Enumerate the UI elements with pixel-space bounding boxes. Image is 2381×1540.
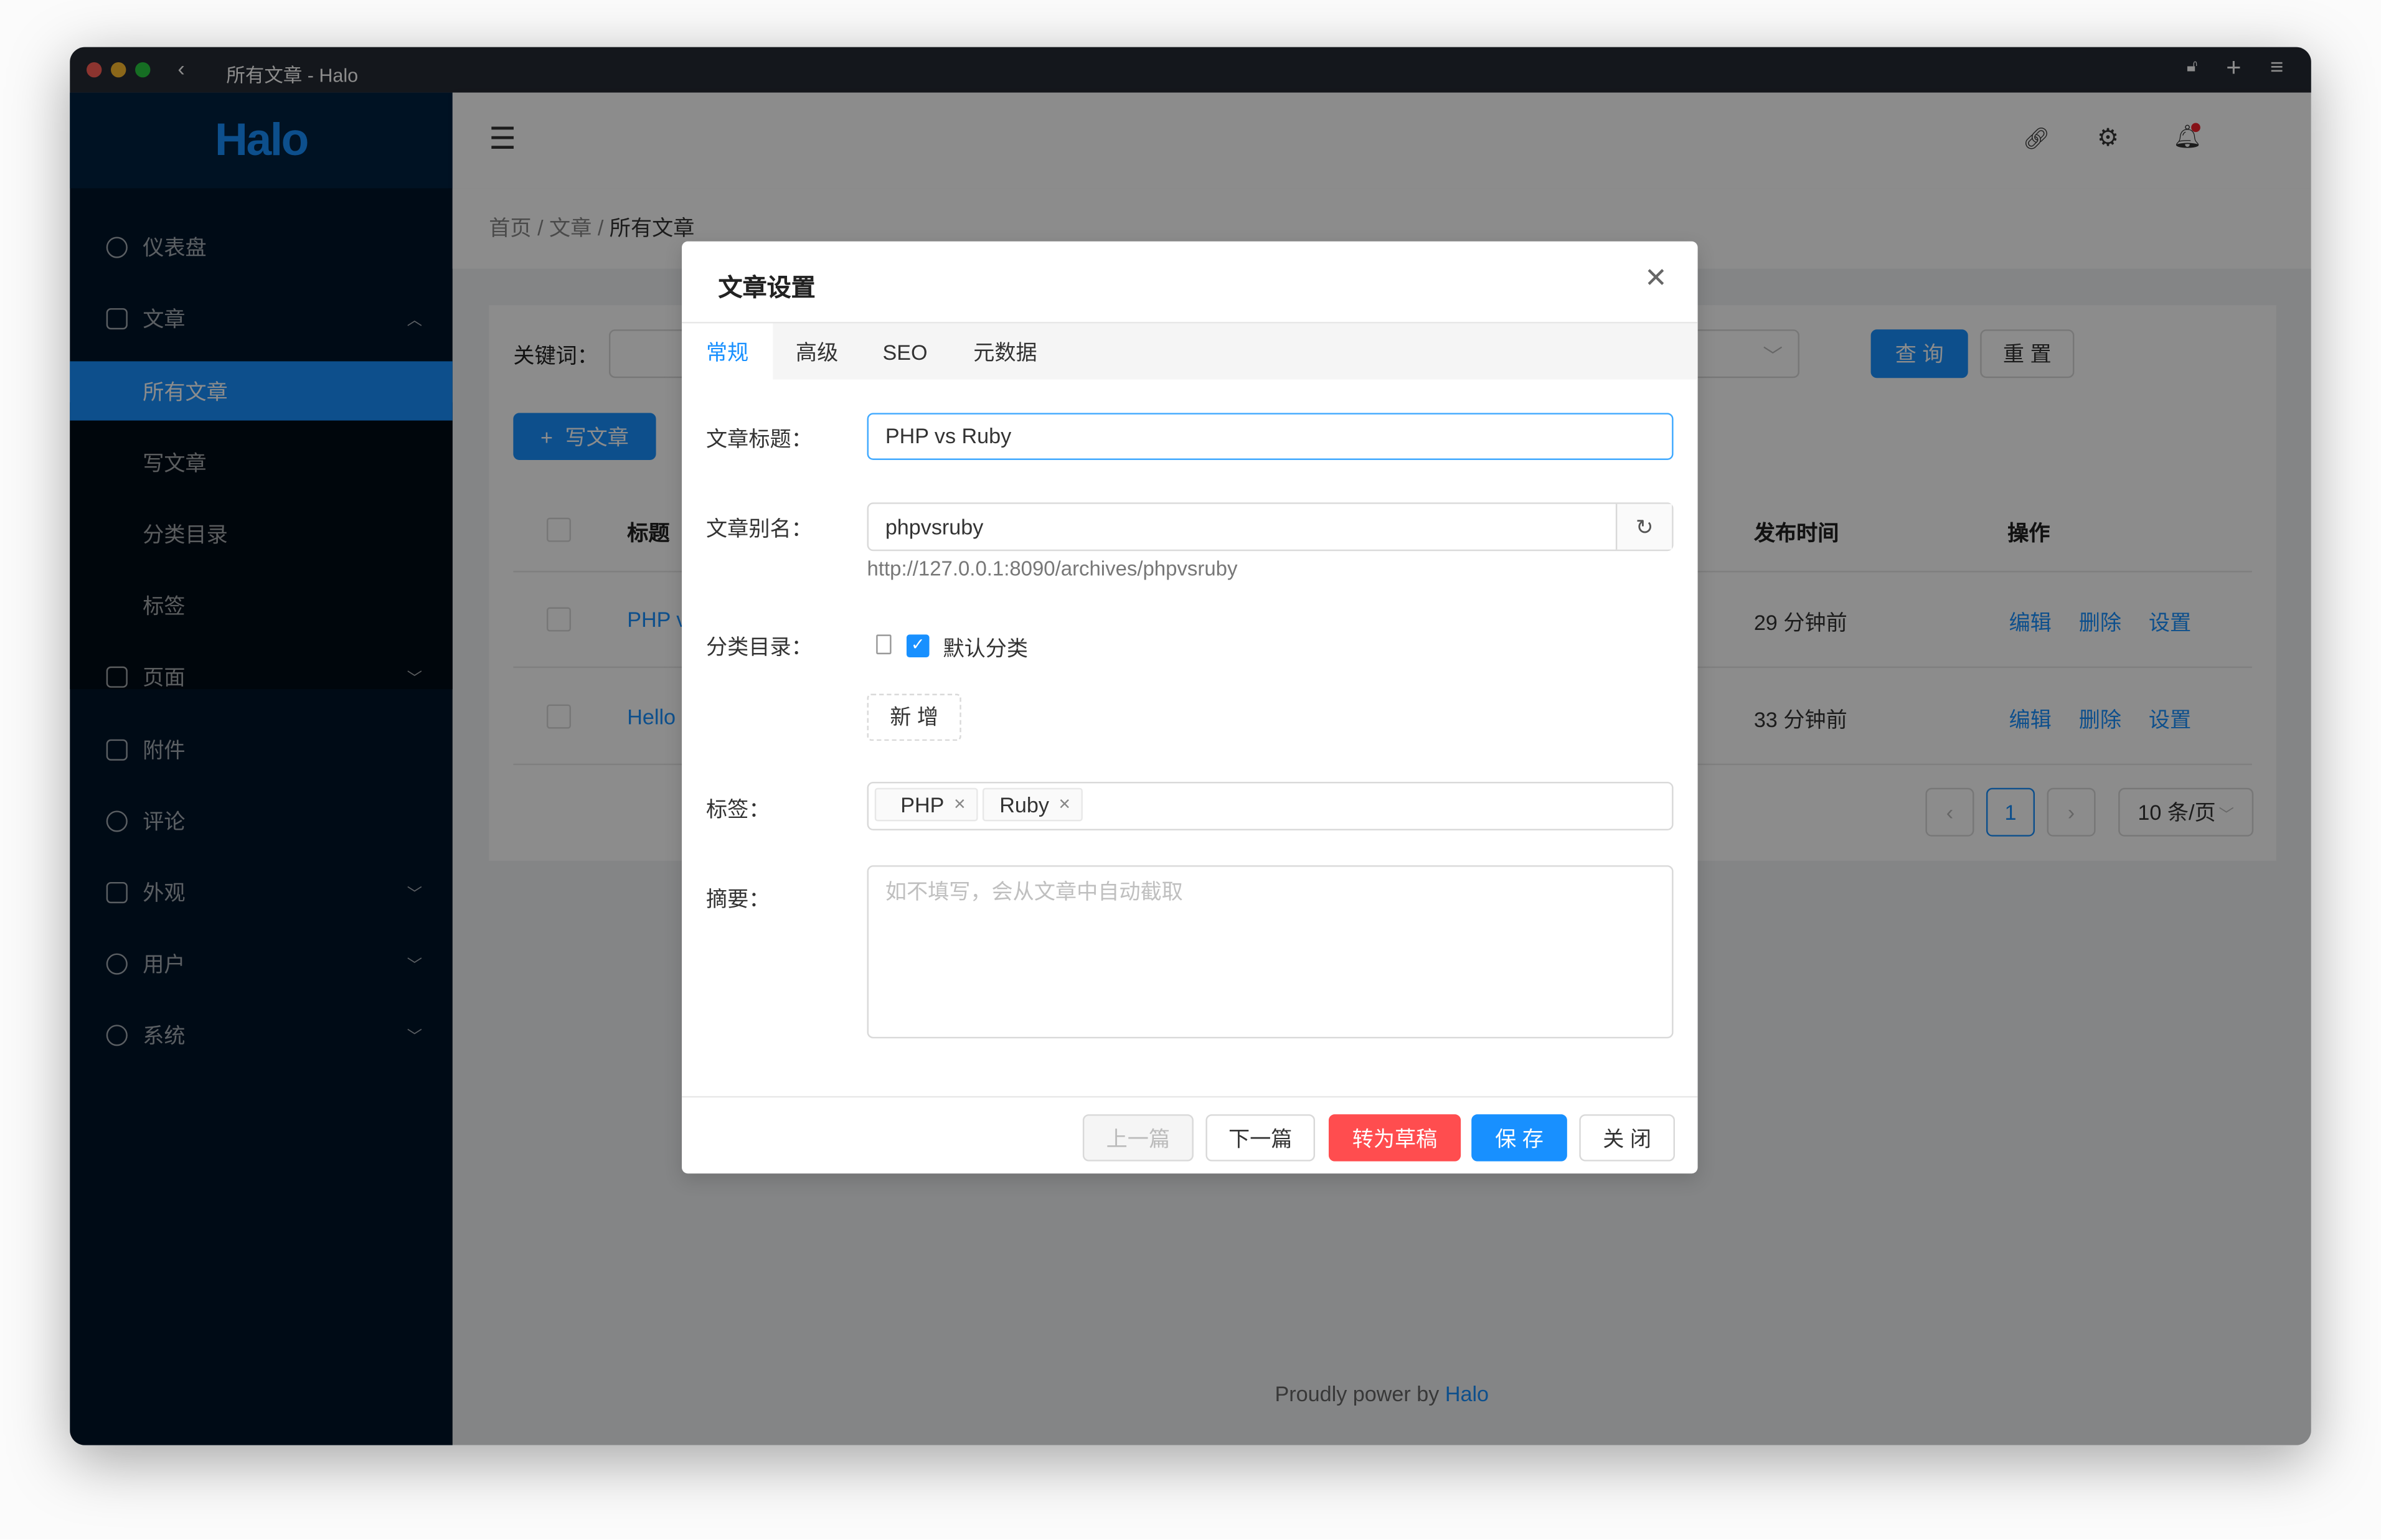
tab-general[interactable]: 常规 [682,323,773,382]
remove-tag-icon[interactable]: ✕ [1058,796,1071,813]
add-category-button[interactable]: 新 增 [867,693,961,741]
app-window: ‹ 所有文章 - Halo 🔓︎ + ≡ Halo 仪表盘 文章 ︿ 所有文章 写… [70,47,2311,1445]
summary-textarea[interactable]: 如不填写，会从文章中自动截取 [867,865,1674,1039]
file-icon [876,634,892,655]
slug-input[interactable]: phpvsruby ↻ [867,502,1674,552]
category-checkbox[interactable]: ✓ [906,634,930,658]
convert-to-draft-button[interactable]: 转为草稿 [1328,1114,1461,1162]
close-button[interactable]: 关 闭 [1579,1114,1675,1162]
tags-select[interactable]: PHP ✕ Ruby ✕ [867,781,1674,831]
title-input[interactable]: PHP vs Ruby [867,413,1674,460]
close-icon[interactable]: ✕ [1644,263,1667,294]
tag-label: PHP [900,792,945,817]
modal-title: 文章设置 [718,276,816,303]
prev-post-button[interactable]: 上一篇 [1082,1114,1194,1162]
tags-label: 标签： [706,797,770,822]
tab-bar: 常规 高级 SEO 元数据 [682,322,1698,382]
slug-label: 文章别名： [706,516,813,541]
tag-ruby: Ruby ✕ [983,787,1083,822]
remove-tag-icon[interactable]: ✕ [953,796,966,813]
category-label: 分类目录： [706,634,813,659]
next-post-button[interactable]: 下一篇 [1205,1114,1316,1162]
title-label: 文章标题： [706,426,813,451]
save-button[interactable]: 保 存 [1471,1114,1567,1162]
post-settings-modal: 文章设置 ✕ 常规 高级 SEO 元数据 文章标题： PHP vs Ruby 文… [682,241,1698,1174]
tab-advanced[interactable]: 高级 [773,323,860,381]
tag-php: PHP ✕ [874,787,979,822]
slug-value: phpvsruby [885,514,984,539]
category-name: 默认分类 [943,636,1029,660]
screen: ‹ 所有文章 - Halo 🔓︎ + ≡ Halo 仪表盘 文章 ︿ 所有文章 写… [0,0,2381,1539]
refresh-icon[interactable]: ↻ [1615,504,1672,550]
tab-seo[interactable]: SEO [861,323,949,381]
slug-url: http://127.0.0.1:8090/archives/phpvsruby [867,557,1238,580]
summary-label: 摘要： [706,886,770,911]
tab-metadata[interactable]: 元数据 [949,323,1061,381]
tag-label: Ruby [999,792,1049,817]
